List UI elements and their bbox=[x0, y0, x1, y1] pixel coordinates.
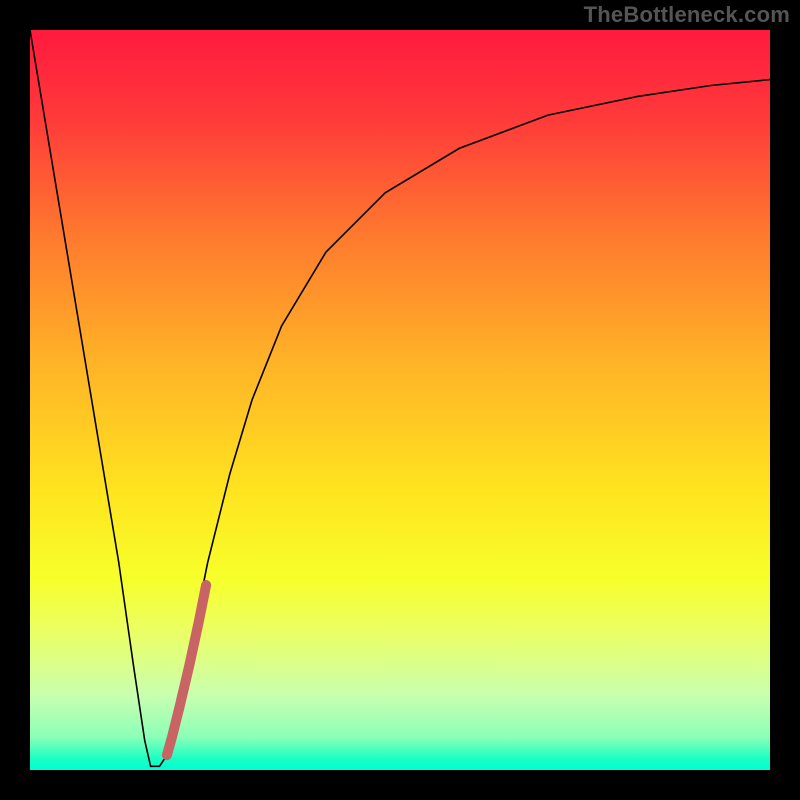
chart-frame: TheBottleneck.com bbox=[0, 0, 800, 800]
chart-svg bbox=[30, 30, 770, 770]
plot-area bbox=[30, 30, 770, 770]
gradient-background bbox=[30, 30, 770, 770]
watermark-text: TheBottleneck.com bbox=[584, 2, 790, 28]
